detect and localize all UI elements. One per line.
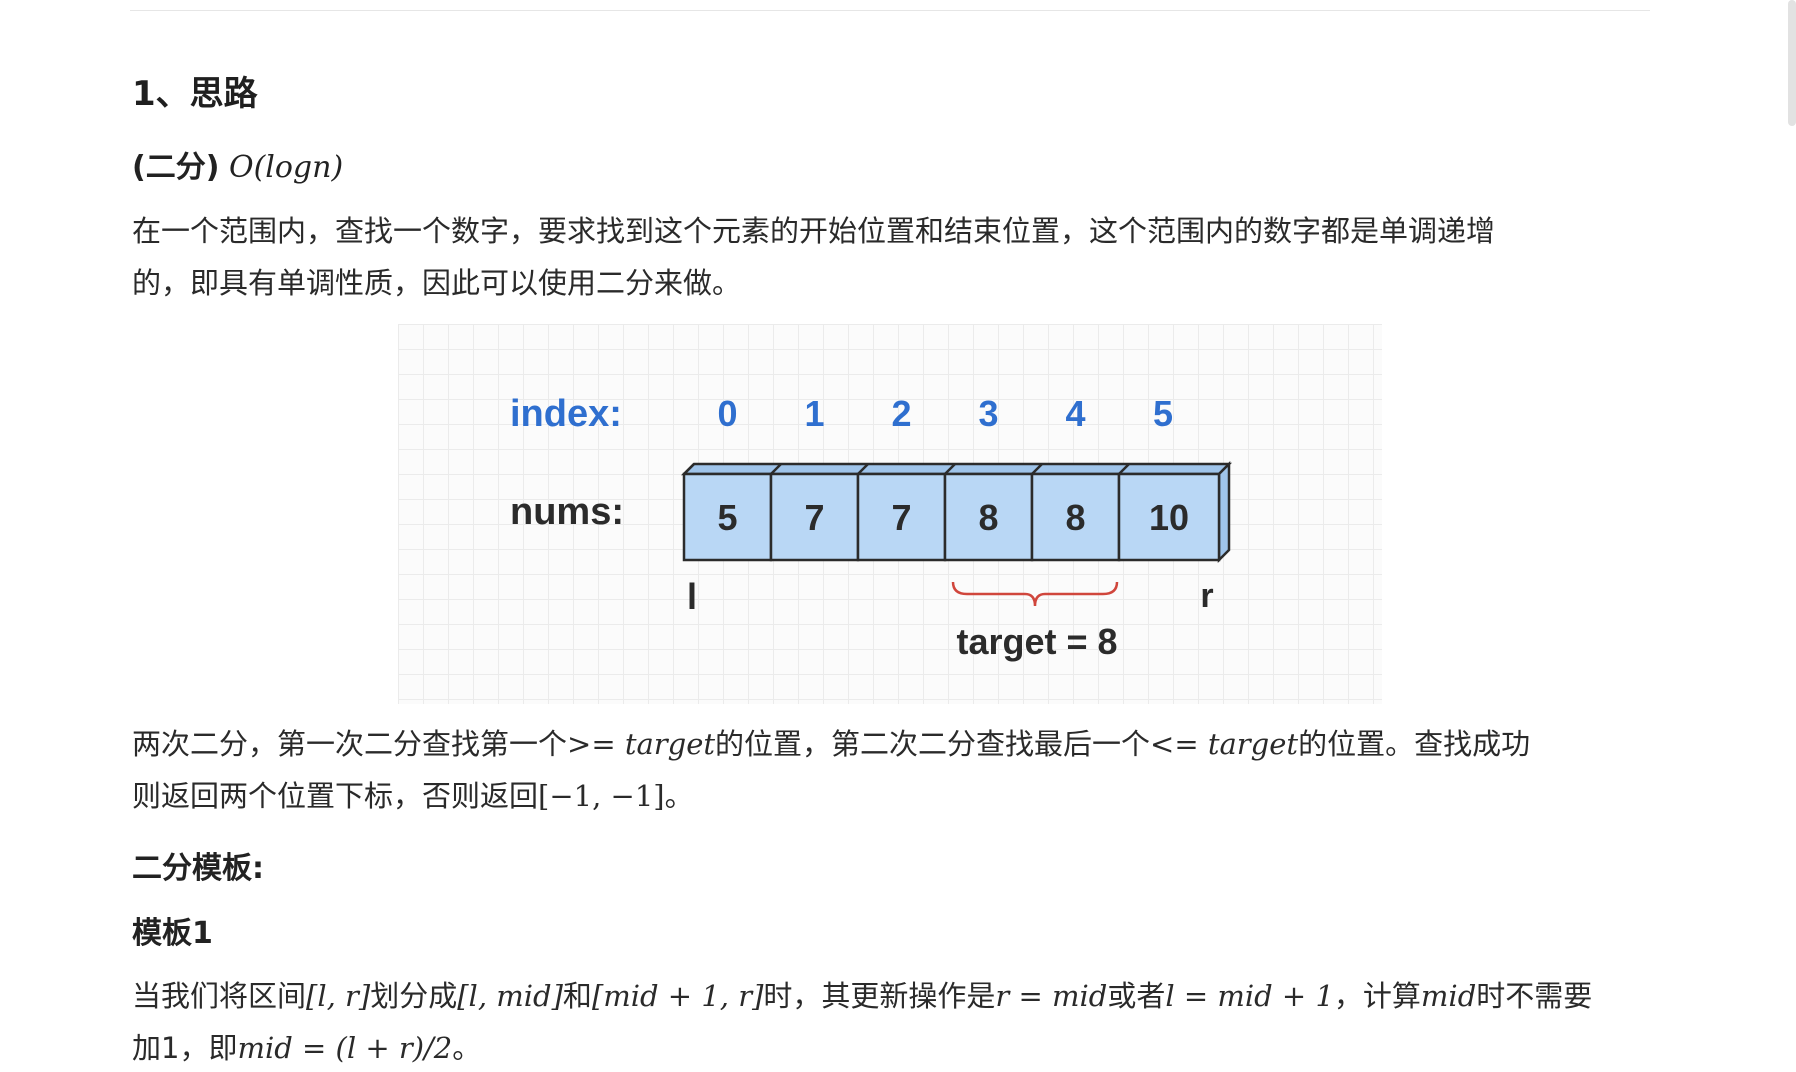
tpl-math: [l, mid] — [457, 979, 563, 1013]
explain-text: 。 — [664, 779, 694, 813]
cell-value: 7 — [804, 497, 824, 538]
explain-paragraph: 两次二分，第一次二分查找第一个>= target的位置，第二次二分查找最后一个<… — [132, 718, 1652, 822]
top-divider — [130, 10, 1650, 11]
tpl-math: r = mid — [995, 979, 1108, 1013]
tpl-text: 和 — [562, 979, 592, 1013]
method-subheading: (二分) O(logn) — [132, 142, 343, 186]
array-diagram: index:nums: 5 7 7 8 8 100 1 2 3 4 5l rtarget = 8 — [510, 393, 1233, 662]
tpl-math: l = mid + 1 — [1165, 979, 1334, 1013]
explain-math: <= target — [1150, 727, 1299, 761]
tpl-math: mid — [1420, 979, 1477, 1013]
binary-search-figure: index: nums: 5 7 7 8 8 10 0 1 2 3 4 5 l r target = 8 — [398, 324, 1382, 704]
explain-math: >= target — [567, 727, 716, 761]
tpl-math: [l, r] — [306, 979, 371, 1013]
index-number: 2 — [891, 393, 911, 434]
explain-line-1: 两次二分，第一次二分查找第一个>= target的位置，第二次二分查找最后一个<… — [132, 718, 1652, 770]
cell-value: 8 — [978, 497, 998, 538]
tpl-text: ，计算 — [1333, 979, 1421, 1013]
intro-line-2: 的，即具有单调性质，因此可以使用二分来做。 — [132, 266, 742, 300]
template1-line-1: 当我们将区间[l, r]划分成[l, mid]和[mid + 1, r]时，其更… — [132, 970, 1652, 1022]
document-page: 1、思路 (二分) O(logn) 在一个范围内，查找一个数字，要求找到这个元素… — [0, 0, 1796, 1072]
tpl-text: 时不需要 — [1476, 979, 1593, 1013]
explain-math: [−1, −1] — [538, 779, 665, 813]
scrollbar-thumb[interactable] — [1788, 0, 1796, 126]
method-label: (二分) — [132, 150, 220, 185]
explain-text: 两次二分，第一次二分查找第一个 — [132, 727, 568, 761]
left-pointer-label: l — [687, 576, 697, 617]
nums-label: nums: — [510, 491, 624, 533]
template1-line-2: 加1，即mid = (l + r)/2。 — [132, 1022, 1652, 1072]
tpl-text: 划分成 — [370, 979, 458, 1013]
array-top-face — [680, 462, 1233, 476]
index-label: index: — [510, 393, 622, 435]
explain-text: 的位置，第二次二分查找最后一个 — [715, 727, 1151, 761]
array-side-face — [1217, 460, 1231, 564]
complexity-formula: O(logn) — [228, 150, 344, 185]
cell-value: 10 — [1149, 497, 1189, 538]
explain-text: 则返回两个位置下标，否则返回 — [132, 779, 539, 813]
right-pointer-label: r — [1200, 577, 1213, 615]
tpl-text: 加1，即 — [132, 1031, 238, 1065]
template1-paragraph: 当我们将区间[l, r]划分成[l, mid]和[mid + 1, r]时，其更… — [132, 970, 1652, 1072]
cell-value: 5 — [717, 497, 737, 538]
index-number: 4 — [1065, 393, 1085, 434]
intro-paragraph: 在一个范围内，查找一个数字，要求找到这个元素的开始位置和结束位置，这个范围内的数… — [132, 205, 1652, 309]
index-number: 0 — [717, 393, 737, 434]
section-heading: 1、思路 — [132, 74, 258, 114]
tpl-text: 时，其更新操作是 — [763, 979, 996, 1013]
index-number: 1 — [804, 393, 824, 434]
target-label: target = 8 — [956, 621, 1117, 662]
index-number: 5 — [1153, 393, 1173, 434]
template-heading: 二分模板: — [132, 851, 264, 886]
cell-value: 8 — [1065, 497, 1085, 538]
tpl-text: 当我们将区间 — [132, 979, 307, 1013]
cell-value: 7 — [891, 497, 911, 538]
tpl-math: [mid + 1, r] — [591, 979, 764, 1013]
intro-line-1: 在一个范围内，查找一个数字，要求找到这个元素的开始位置和结束位置，这个范围内的数… — [132, 214, 1496, 248]
tpl-math: mid = (l + r)/2 — [237, 1031, 453, 1065]
tpl-text: 。 — [452, 1031, 482, 1065]
explain-text: 的位置。查找成功 — [1298, 727, 1531, 761]
template1-heading: 模板1 — [132, 916, 213, 951]
index-number: 3 — [978, 393, 998, 434]
target-brace — [951, 581, 1119, 607]
explain-line-2: 则返回两个位置下标，否则返回[−1, −1]。 — [132, 770, 1652, 822]
tpl-text: 或者 — [1107, 979, 1166, 1013]
